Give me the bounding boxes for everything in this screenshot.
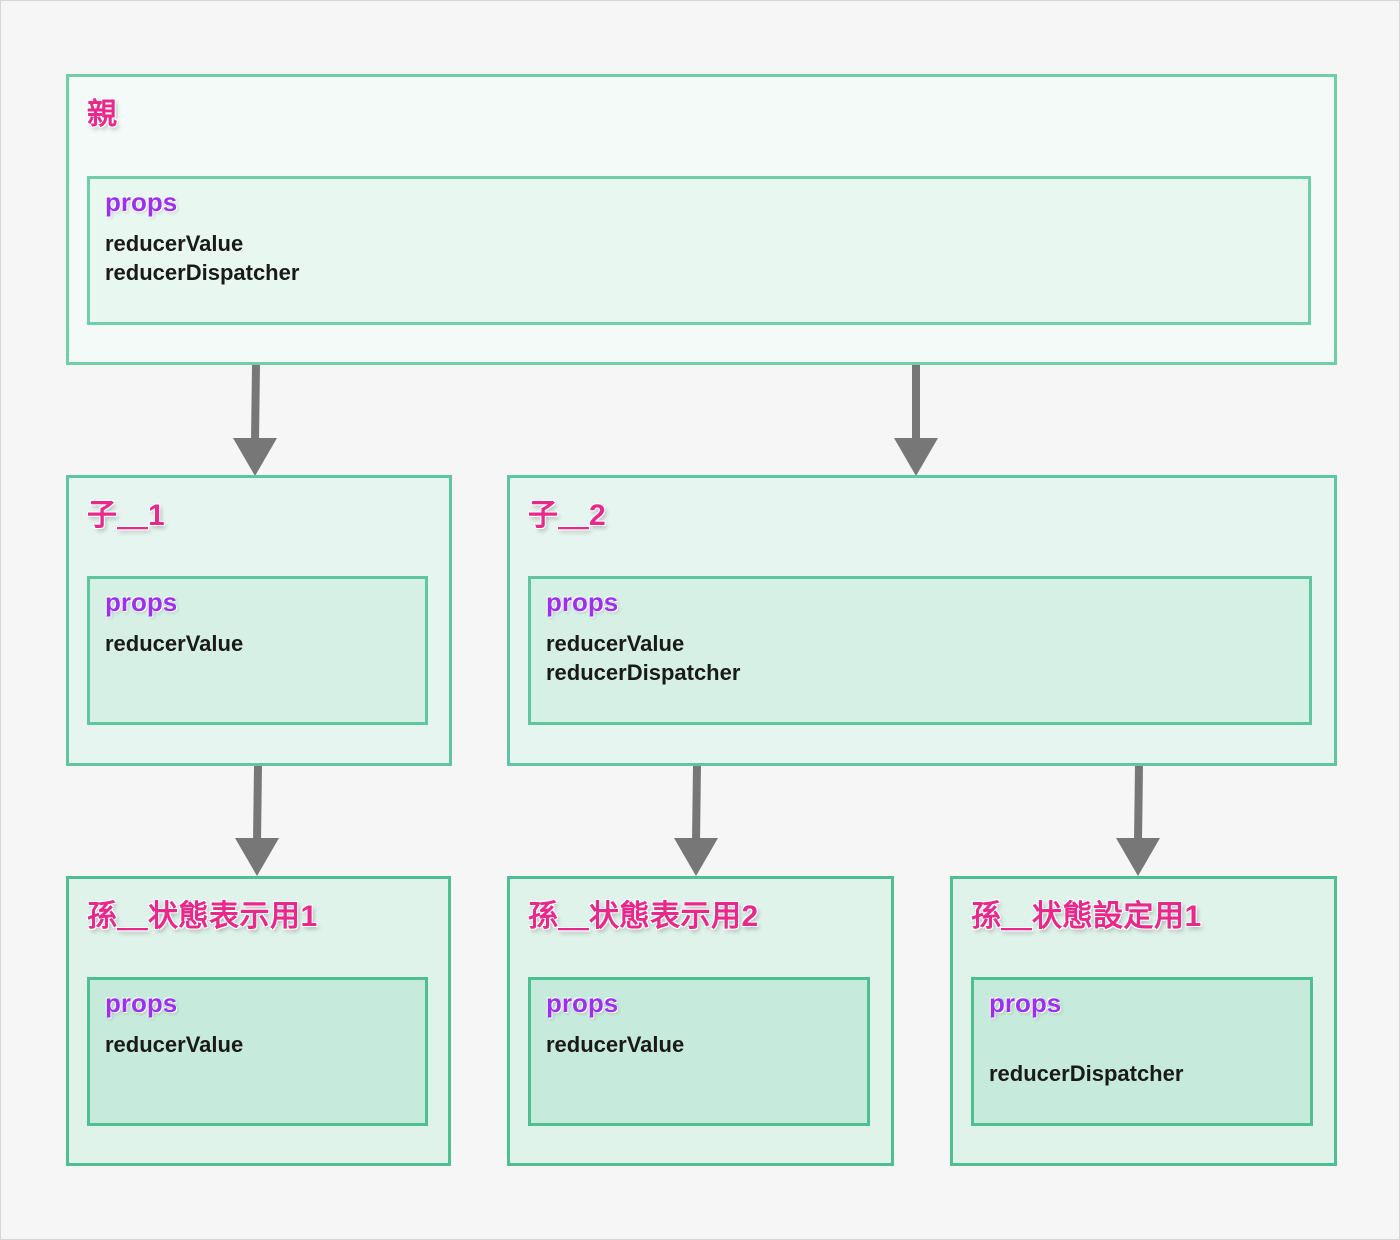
props-box: props reducerValue: [528, 977, 870, 1126]
props-box: props reducerValue reducerDispatcher: [528, 576, 1312, 725]
node-grandchild-display1: 孫＿状態表示用1 props reducerValue: [66, 876, 451, 1166]
props-box: props reducerDispatcher: [971, 977, 1313, 1126]
node-title: 子＿2: [528, 499, 607, 532]
prop-item: reducerValue: [105, 631, 244, 656]
props-label: props: [546, 988, 619, 1018]
node-title: 孫＿状態表示用2: [528, 900, 759, 933]
edge-parent-to-child1: [233, 363, 277, 476]
prop-item: reducerValue: [546, 631, 685, 656]
prop-item: reducerDispatcher: [546, 660, 741, 685]
props-box: props reducerValue: [87, 977, 428, 1126]
props-box: props reducerValue reducerDispatcher: [87, 176, 1311, 325]
prop-item: reducerDispatcher: [105, 260, 300, 285]
node-title: 孫＿状態表示用1: [87, 900, 318, 933]
node-title: 親: [87, 98, 118, 131]
props-label: props: [105, 587, 178, 617]
prop-item: reducerValue: [546, 1032, 685, 1057]
props-label: props: [105, 187, 178, 217]
prop-item: reducerDispatcher: [989, 1061, 1184, 1086]
edge-child2-to-grandchild-display2: [674, 764, 718, 876]
node-title: 孫＿状態設定用1: [971, 900, 1202, 933]
props-box: props reducerValue: [87, 576, 428, 725]
props-label: props: [105, 988, 178, 1018]
node-title: 子＿1: [87, 499, 166, 532]
prop-item: reducerValue: [105, 1032, 244, 1057]
node-grandchild-display2: 孫＿状態表示用2 props reducerValue: [507, 876, 894, 1166]
node-child2: 子＿2 props reducerValue reducerDispatcher: [507, 475, 1337, 766]
node-parent: 親 props reducerValue reducerDispatcher: [66, 74, 1337, 365]
props-label: props: [989, 988, 1062, 1018]
edge-child2-to-grandchild-setter1: [1116, 764, 1160, 876]
edge-child1-to-grandchild-display1: [235, 764, 279, 876]
edge-parent-to-child2: [894, 364, 938, 476]
node-grandchild-setter1: 孫＿状態設定用1 props reducerDispatcher: [950, 876, 1337, 1166]
props-label: props: [546, 587, 619, 617]
prop-item: reducerValue: [105, 231, 244, 256]
node-child1: 子＿1 props reducerValue: [66, 475, 452, 766]
